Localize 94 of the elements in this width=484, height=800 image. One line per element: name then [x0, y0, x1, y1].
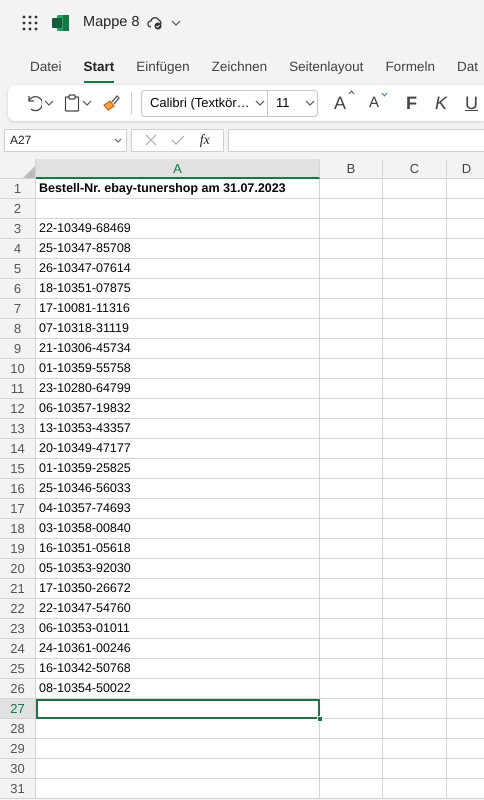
table-cell-text: Bestell-Nr. ebay-tunershop am 31.07.2023	[38, 180, 287, 197]
table-cell-text: 17-10081-11316	[38, 300, 131, 317]
paste-button[interactable]	[62, 94, 94, 112]
row-header[interactable]: 1	[0, 179, 36, 199]
table-cell-text: 01-10359-25825	[38, 460, 132, 477]
ribbon-tab[interactable]: Start	[72, 50, 126, 83]
row-header[interactable]: 29	[0, 739, 36, 759]
row-header[interactable]: 23	[0, 619, 36, 639]
row-header[interactable]: 31	[0, 779, 36, 799]
bold-button[interactable]: F	[404, 90, 420, 116]
table-cell-text: 25-10347-85708	[38, 240, 132, 257]
caret-down-icon	[381, 92, 388, 97]
caret-icon	[44, 100, 54, 106]
name-box[interactable]: A27	[4, 128, 127, 152]
clipboard-icon	[64, 94, 80, 112]
row-header[interactable]: 22	[0, 599, 36, 619]
app-launcher-icon[interactable]	[22, 14, 38, 30]
formula-input[interactable]	[228, 128, 484, 152]
table-cell-text: 18-10351-07875	[38, 280, 132, 297]
table-cell-text: 25-10346-56033	[38, 480, 132, 497]
workbook-title[interactable]: Mappe 8	[83, 12, 140, 34]
row-header[interactable]: 17	[0, 499, 36, 519]
row-header[interactable]: 19	[0, 539, 36, 559]
table-cell-text: 20-10349-47177	[38, 440, 132, 457]
ribbon-tab[interactable]: Zeichnen	[200, 50, 278, 83]
table-cell-text: 22-10349-68469	[38, 220, 132, 237]
caret-up-icon	[348, 90, 356, 94]
table-cell-text: 01-10359-55758	[38, 360, 132, 377]
table-cell-text: 07-10318-31119	[38, 320, 130, 337]
column-header[interactable]: D	[447, 159, 484, 179]
row-header[interactable]: 25	[0, 659, 36, 679]
grow-font-button[interactable]: A	[332, 90, 358, 116]
row-header[interactable]: 9	[0, 339, 36, 359]
row-header[interactable]: 11	[0, 379, 36, 399]
row-header[interactable]: 8	[0, 319, 36, 339]
row-header[interactable]: 16	[0, 479, 36, 499]
row-header[interactable]: 24	[0, 639, 36, 659]
check-icon[interactable]	[171, 134, 186, 146]
row-header[interactable]: 3	[0, 219, 36, 239]
shrink-font-button[interactable]: A	[367, 92, 390, 114]
ribbon-tab[interactable]: Formeln	[374, 50, 446, 83]
table-cell-text: 13-10353-43357	[38, 420, 132, 437]
row-header[interactable]: 14	[0, 439, 36, 459]
chevron-down-icon[interactable]	[171, 20, 182, 26]
ribbon-tab[interactable]: Einfügen	[125, 50, 201, 83]
row-header[interactable]: 30	[0, 759, 36, 779]
row-header[interactable]: 6	[0, 279, 36, 299]
row-header[interactable]: 20	[0, 559, 36, 579]
row-header[interactable]: 18	[0, 519, 36, 539]
table-cell-text: 08-10354-50022	[38, 680, 132, 697]
row-header[interactable]: 7	[0, 299, 36, 319]
caret-icon	[305, 100, 315, 106]
row-header[interactable]: 26	[0, 679, 36, 699]
row-header[interactable]: 21	[0, 579, 36, 599]
caret-icon	[82, 100, 92, 106]
row-header[interactable]: 10	[0, 359, 36, 379]
font-size-dropdown[interactable]: 11	[267, 90, 318, 116]
ribbon-tab[interactable]: Dat	[446, 50, 484, 83]
insert-function-button[interactable]: fx	[200, 130, 210, 150]
caret-icon	[255, 100, 265, 106]
font-dropdown[interactable]: Calibri (Textkör…	[141, 90, 268, 116]
table-cell-text: 05-10353-92030	[38, 560, 132, 577]
excel-logo-icon	[52, 14, 69, 30]
table-cell-text: 03-10358-00840	[38, 520, 132, 537]
table-cell-text: 16-10342-50768	[38, 660, 132, 677]
column-header[interactable]: B	[320, 159, 383, 179]
row-header[interactable]: 2	[0, 199, 36, 219]
selected-cell[interactable]	[36, 699, 320, 719]
ribbon-tab[interactable]: Seitenlayout	[278, 50, 374, 83]
table-cell-text: 04-10357-74693	[38, 500, 132, 517]
table-cell-text: 23-10280-64799	[38, 380, 132, 397]
table-cell-text: 17-10350-26672	[38, 580, 132, 597]
table-cell-text: 16-10351-05618	[38, 540, 132, 557]
cloud-check-icon[interactable]	[147, 16, 164, 30]
row-header[interactable]: 5	[0, 259, 36, 279]
row-header[interactable]: 4	[0, 239, 36, 259]
row-header[interactable]: 12	[0, 399, 36, 419]
table-cell-text: 22-10347-54760	[38, 600, 132, 617]
table-cell-text: 26-10347-07614	[38, 260, 132, 277]
row-header[interactable]: 13	[0, 419, 36, 439]
table-cell-text: 21-10306-45734	[38, 340, 132, 357]
ribbon-tab[interactable]: Datei	[19, 50, 73, 83]
row-header[interactable]: 15	[0, 459, 36, 479]
caret-icon	[114, 138, 122, 142]
italic-button[interactable]: K	[433, 90, 450, 116]
column-header[interactable]: A	[36, 159, 320, 179]
table-cell-text: 24-10361-00246	[38, 640, 132, 657]
row-header[interactable]: 28	[0, 719, 36, 739]
table-cell-text: 06-10357-19832	[38, 400, 132, 417]
underline-button[interactable]: U	[463, 90, 480, 116]
row-header[interactable]: 27	[0, 699, 36, 719]
table-cell-text: 06-10353-01011	[38, 620, 131, 637]
paintbrush-icon	[102, 94, 120, 112]
column-header[interactable]: C	[383, 159, 447, 179]
